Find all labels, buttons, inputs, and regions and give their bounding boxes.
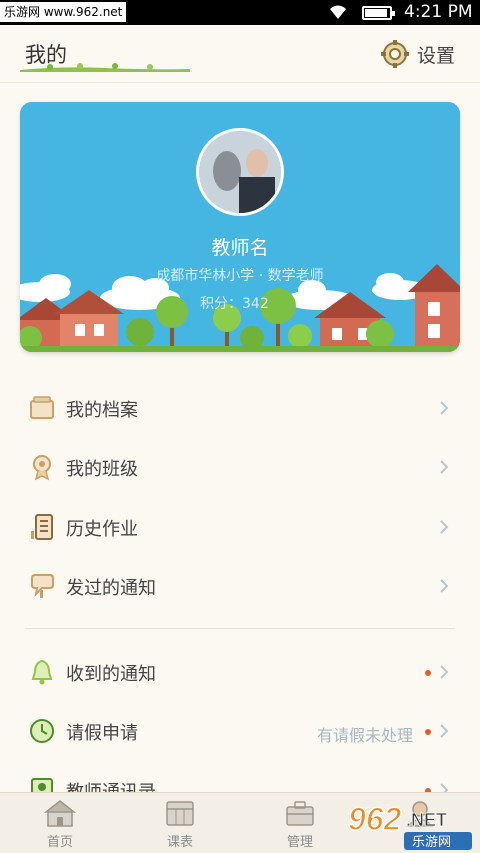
tab-label: 管理	[286, 835, 313, 850]
profile-card[interactable]: 教师名 成都市华林小学 · 数学老师 积分：342	[20, 102, 460, 352]
avatar[interactable]	[196, 128, 284, 216]
status-time: 4:21 PM	[404, 2, 473, 22]
menu-item-sent-notices[interactable]: 发过的通知	[0, 556, 480, 615]
teacher-name: 教师名	[211, 237, 269, 259]
menu-item-label: 请假申请	[66, 723, 138, 744]
chevron-right-icon	[440, 520, 449, 534]
menu-item-received-notices[interactable]: 收到的通知	[0, 642, 480, 701]
wifi-icon	[330, 5, 346, 19]
watermark-big: 962	[348, 801, 402, 837]
briefcase-icon	[286, 801, 314, 826]
teacher-school-role: 成都市华林小学 · 数学老师	[156, 268, 324, 284]
watermark-text: 乐游网 www.962.net	[0, 2, 127, 22]
teacher-points: 积分：342	[200, 293, 269, 313]
chevron-right-icon	[440, 665, 449, 679]
settings-label: 设置	[417, 44, 456, 67]
class-icon	[33, 455, 51, 481]
status-bar: 乐游网 www.962.net 4:21 PM	[0, 0, 480, 25]
menu-item-label: 历史作业	[66, 519, 138, 540]
menu-item-archive[interactable]: 我的档案	[0, 378, 480, 437]
sent-notice-icon	[31, 574, 54, 598]
bell-icon	[31, 659, 53, 685]
unread-dot	[425, 729, 431, 735]
tab-label: 首页	[46, 835, 73, 850]
watermark-sub: 乐游网	[412, 835, 451, 850]
unread-dot	[425, 670, 431, 676]
grass-decoration-icon	[20, 63, 190, 72]
menu-divider	[25, 628, 455, 629]
tab-label: 课表	[166, 835, 193, 850]
chevron-right-icon	[440, 401, 449, 415]
schedule-icon	[166, 801, 194, 826]
points-label: 积分：	[200, 296, 242, 312]
avatar-photo	[199, 131, 281, 213]
menu-item-history-homework[interactable]: 历史作业	[0, 497, 480, 556]
leave-status-text: 有请假未处理	[316, 726, 413, 745]
gear-icon	[381, 40, 409, 68]
clock-icon	[30, 719, 54, 743]
home-icon	[44, 800, 76, 827]
points-value: 342	[242, 296, 269, 312]
tab-schedule[interactable]: 课表	[130, 793, 230, 853]
962-net-watermark-logo: 962 .NET 乐游网	[347, 800, 472, 850]
chevron-right-icon	[440, 460, 449, 474]
menu-item-label: 发过的通知	[66, 578, 156, 599]
tab-home[interactable]: 首页	[10, 793, 110, 853]
watermark-suffix: .NET	[406, 810, 447, 830]
menu-item-class[interactable]: 我的班级	[0, 437, 480, 496]
menu-item-label: 我的班级	[66, 459, 138, 480]
chevron-right-icon	[440, 579, 449, 593]
page-header: 我的 设置	[0, 25, 480, 83]
menu-item-label: 收到的通知	[66, 664, 156, 685]
menu-item-label: 我的档案	[66, 400, 138, 421]
homework-icon	[31, 514, 53, 540]
archive-icon	[30, 396, 54, 419]
battery-icon	[362, 6, 395, 20]
menu-item-leave-request[interactable]: 请假申请 有请假未处理	[0, 701, 480, 760]
settings-button[interactable]: 设置	[381, 39, 455, 69]
tab-manage[interactable]: 管理	[250, 793, 350, 853]
chevron-right-icon	[440, 724, 449, 738]
